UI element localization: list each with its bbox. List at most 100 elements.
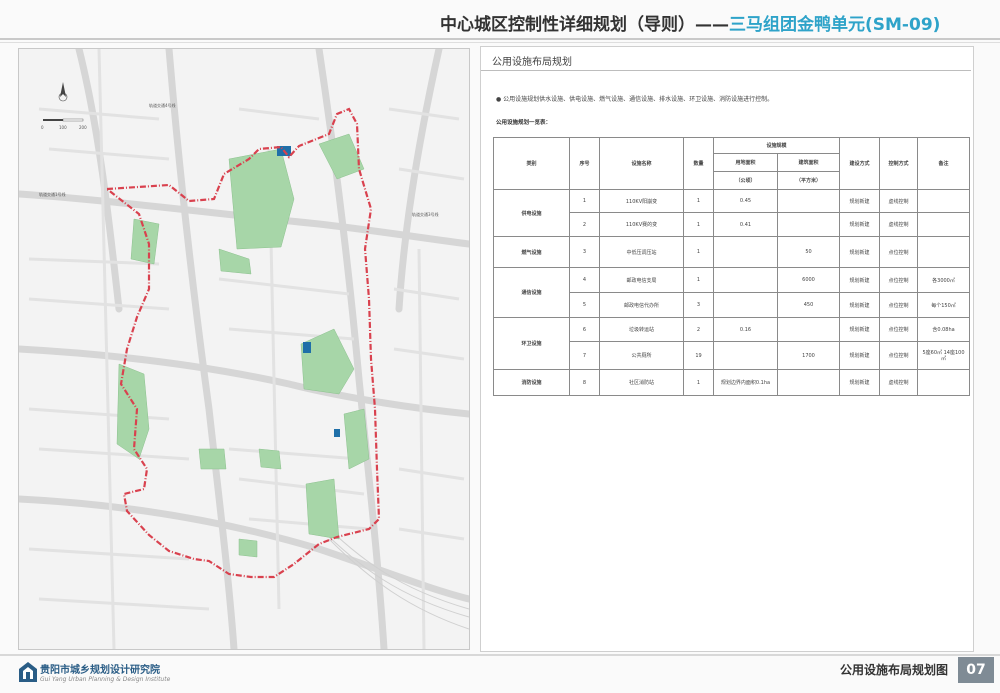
col-control: 控制方式 bbox=[879, 137, 919, 190]
road-label-line1: 轨道交通1号线 bbox=[39, 191, 66, 197]
row-name: 社区消防站 bbox=[599, 369, 684, 396]
row-control: 点位控制 bbox=[879, 267, 919, 293]
page-number-badge: 07 bbox=[958, 657, 994, 683]
row-category: 通信设施 bbox=[493, 267, 570, 318]
road-label-line3: 轨道交通3号线 bbox=[412, 211, 439, 217]
row-construction: 规划新建 bbox=[839, 369, 881, 396]
row-category: 消防设施 bbox=[493, 369, 570, 396]
row-land-area bbox=[713, 236, 778, 268]
panel-title: 公用设施布局规划 bbox=[492, 57, 572, 68]
row-number: 4 bbox=[569, 267, 600, 293]
row-name: 邮政电信支局 bbox=[599, 267, 684, 293]
col-remarks: 备注 bbox=[917, 137, 971, 190]
row-quantity: 2 bbox=[683, 317, 714, 342]
row-control: 点位控制 bbox=[879, 292, 919, 318]
row-control: 虚线控制 bbox=[879, 189, 919, 213]
row-name: 公共厕所 bbox=[599, 341, 684, 370]
plan-title: 中心城区控制性详细规划（导则） bbox=[440, 15, 695, 35]
row-floor-area: 1700 bbox=[776, 341, 841, 370]
table-row: 供电设施 1 110KV阳崩变 1 0.45 规划新建 虚线控制 bbox=[493, 189, 971, 237]
footer-divider bbox=[0, 654, 1000, 656]
row-control: 点位控制 bbox=[879, 236, 919, 268]
row-land-area bbox=[713, 267, 778, 293]
row-remarks bbox=[917, 369, 971, 396]
row-category: 供电设施 bbox=[493, 189, 570, 237]
col-floor-area: 建筑面积 bbox=[776, 153, 841, 172]
row-land-area: 0.41 bbox=[713, 212, 778, 237]
col-floor-unit: （平方米） bbox=[776, 171, 841, 190]
row-remarks: 各3000㎡ bbox=[917, 267, 971, 293]
row-land-area: 0.45 bbox=[713, 189, 778, 213]
panel-divider bbox=[481, 70, 971, 71]
panel-note: ● 公用设施规划供水设施、供电设施、燃气设施、通信设施、排水设施、环卫设施、消防… bbox=[496, 96, 774, 103]
row-number: 5 bbox=[569, 292, 600, 318]
planning-map[interactable]: 0 100 200 轨道交通4号线 轨道交通1号线 轨道交通3号线 bbox=[18, 48, 470, 650]
table-row: 通信设施 4 邮政电信支局 1 6000 规划新建 点位控制 各3000㎡ bbox=[493, 267, 971, 318]
row-land-area: 规划边界内面积0.1ha bbox=[713, 369, 778, 396]
col-name: 设施名称 bbox=[599, 137, 684, 190]
row-number: 8 bbox=[569, 369, 600, 396]
row-floor-area bbox=[776, 317, 841, 342]
row-quantity: 3 bbox=[683, 292, 714, 318]
col-construction: 建设方式 bbox=[839, 137, 881, 190]
row-control: 虚线控制 bbox=[879, 212, 919, 237]
page: 中心城区控制性详细规划（导则）——三马组团金鸭单元(SM-09) 0 100 2… bbox=[0, 0, 1000, 693]
scale-bar bbox=[43, 118, 84, 122]
col-land-unit: （公顷） bbox=[713, 171, 778, 190]
row-number: 1 bbox=[569, 189, 600, 213]
institute-name-en: Gui Yang Urban Planning & Design Institu… bbox=[40, 676, 171, 683]
row-floor-area: 450 bbox=[776, 292, 841, 318]
table-row: 消防设施 8 社区消防站 1 规划边界内面积0.1ha 规划新建 虚线控制 bbox=[493, 369, 971, 396]
institute-logo-icon bbox=[19, 662, 37, 682]
row-number: 6 bbox=[569, 317, 600, 342]
road-label-line4: 轨道交通4号线 bbox=[149, 102, 176, 108]
row-construction: 规划新建 bbox=[839, 236, 881, 268]
row-number: 2 bbox=[569, 212, 600, 237]
row-floor-area: 6000 bbox=[776, 267, 841, 293]
row-floor-area bbox=[776, 189, 841, 213]
row-quantity: 1 bbox=[683, 369, 714, 396]
row-quantity: 1 bbox=[683, 236, 714, 268]
row-category: 环卫设施 bbox=[493, 317, 570, 370]
row-number: 3 bbox=[569, 236, 600, 268]
unit-title: 三马组团金鸭单元(SM-09) bbox=[729, 15, 941, 35]
row-control: 点位控制 bbox=[879, 341, 919, 370]
row-control: 虚线控制 bbox=[879, 369, 919, 396]
col-land-area: 用地面积 bbox=[713, 153, 778, 172]
row-construction: 规划新建 bbox=[839, 317, 881, 342]
col-category: 类别 bbox=[493, 137, 570, 190]
col-number: 序号 bbox=[569, 137, 600, 190]
title-separator: —— bbox=[695, 15, 729, 35]
row-name: 110KV阳崩变 bbox=[599, 189, 684, 213]
row-construction: 规划新建 bbox=[839, 292, 881, 318]
scale-label-200: 200 bbox=[79, 125, 87, 130]
row-construction: 规划新建 bbox=[839, 267, 881, 293]
row-quantity: 1 bbox=[683, 267, 714, 293]
row-name: 垃圾转运站 bbox=[599, 317, 684, 342]
row-remarks: 含0.08ha bbox=[917, 317, 971, 342]
row-floor-area bbox=[776, 369, 841, 396]
row-construction: 规划新建 bbox=[839, 212, 881, 237]
map-caption: 公用设施布局规划图 bbox=[840, 663, 949, 677]
row-floor-area: 50 bbox=[776, 236, 841, 268]
header-divider bbox=[0, 38, 1000, 40]
table-row: 燃气设施 3 中低压调压站 1 50 规划新建 点位控制 bbox=[493, 236, 971, 268]
table-row: 环卫设施 6 垃圾转运站 2 0.16 规划新建 点位控制 含0.08ha bbox=[493, 317, 971, 370]
row-land-area bbox=[713, 341, 778, 370]
row-remarks bbox=[917, 236, 971, 268]
facility-table: 类别 序号 设施名称 数量 设施规模 建设方式 控制方式 备注 用地面积 建筑面… bbox=[493, 137, 971, 396]
row-name: 110KV赛的变 bbox=[599, 212, 684, 237]
row-construction: 规划新建 bbox=[839, 189, 881, 213]
row-number: 7 bbox=[569, 341, 600, 370]
institute-name: 贵阳市城乡规划设计研究院 bbox=[40, 665, 160, 676]
row-name: 邮政电信代办所 bbox=[599, 292, 684, 318]
row-land-area: 0.16 bbox=[713, 317, 778, 342]
row-remarks bbox=[917, 212, 971, 237]
row-quantity: 1 bbox=[683, 189, 714, 213]
map-canvas: 0 100 200 轨道交通4号线 轨道交通1号线 轨道交通3号线 bbox=[19, 49, 469, 649]
row-land-area bbox=[713, 292, 778, 318]
row-remarks: 每个150㎡ bbox=[917, 292, 971, 318]
col-scale: 设施规模 bbox=[712, 137, 841, 154]
page-title: 中心城区控制性详细规划（导则）——三马组团金鸭单元(SM-09) bbox=[440, 10, 960, 35]
row-remarks bbox=[917, 189, 971, 213]
